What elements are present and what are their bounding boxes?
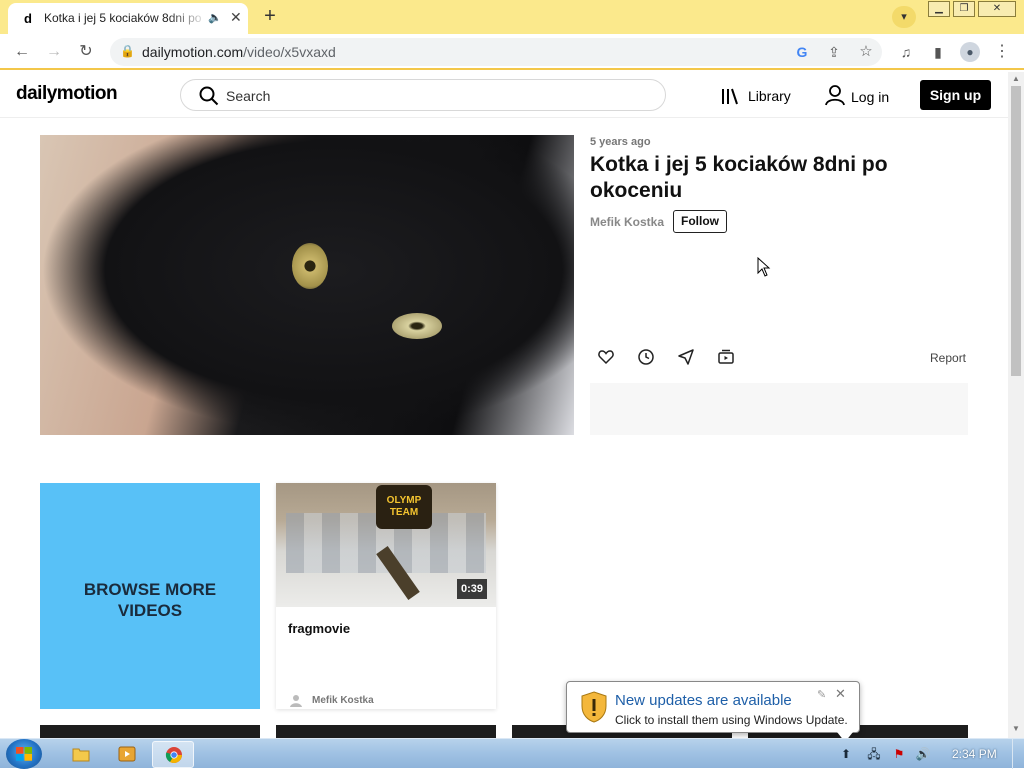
media-player-icon bbox=[118, 746, 136, 762]
video-age: 5 years ago bbox=[590, 136, 651, 148]
scroll-up-arrow-icon[interactable]: ▲ bbox=[1012, 74, 1020, 83]
video-thumbnail[interactable]: OLYMP TEAM 0:39 bbox=[276, 483, 496, 607]
url-text[interactable]: dailymotion.com/video/x5vxaxd bbox=[142, 44, 336, 60]
network-tray-icon[interactable]: 🖧 bbox=[866, 746, 882, 762]
browser-menu-icon[interactable]: ⋮ bbox=[992, 42, 1012, 62]
notification-options-icon[interactable]: ✎ bbox=[817, 688, 826, 701]
dailymotion-logo[interactable]: dailymotion bbox=[16, 83, 118, 105]
start-button[interactable] bbox=[6, 739, 42, 769]
taskbar-chrome-button[interactable] bbox=[152, 741, 194, 768]
ad-placeholder bbox=[590, 383, 968, 435]
video-title: Kotka i jej 5 kociaków 8dni po okoceniu bbox=[590, 153, 888, 202]
video-card-channel[interactable]: Mefik Kostka bbox=[312, 695, 374, 706]
security-shield-icon bbox=[581, 691, 607, 723]
taskbar-clock[interactable]: 2:34 PM bbox=[952, 747, 997, 761]
scroll-down-arrow-icon[interactable]: ▼ bbox=[1012, 724, 1020, 733]
back-icon[interactable]: ← bbox=[12, 42, 32, 62]
minimize-window-button[interactable]: ▁ bbox=[928, 1, 950, 17]
search-icon bbox=[199, 86, 219, 106]
profile-avatar-icon[interactable]: ● bbox=[960, 42, 980, 62]
notification-title[interactable]: New updates are available bbox=[615, 692, 792, 709]
share-send-icon[interactable] bbox=[677, 348, 695, 366]
video-card-title[interactable]: fragmovie bbox=[288, 621, 350, 636]
tab-search-chevron-icon[interactable]: ▾ bbox=[892, 6, 916, 28]
cat-eye-left bbox=[292, 243, 328, 289]
dailymotion-favicon-icon: d bbox=[20, 11, 36, 27]
library-icon bbox=[722, 88, 738, 105]
share-icon[interactable]: ⇪ bbox=[824, 42, 844, 62]
windows-taskbar: ⬆ 🖧 ⚑ 🔊 2:34 PM bbox=[0, 738, 1024, 769]
reload-icon[interactable]: ↻ bbox=[76, 42, 96, 62]
address-bar[interactable]: 🔒 dailymotion.com/video/x5vxaxd G ⇪ ☆ bbox=[110, 38, 882, 66]
cat-eye-right bbox=[392, 313, 442, 339]
media-controls-icon[interactable]: ♫ bbox=[896, 42, 916, 62]
search-input[interactable]: Search bbox=[180, 79, 666, 111]
site-header: dailymotion Search Library Log in Sign u… bbox=[0, 72, 1008, 118]
chrome-icon bbox=[165, 747, 182, 764]
taskbar-media-player-button[interactable] bbox=[106, 741, 148, 768]
follow-button[interactable]: Follow bbox=[673, 210, 727, 233]
taskbar-explorer-button[interactable] bbox=[60, 741, 102, 768]
page-content: dailymotion Search Library Log in Sign u… bbox=[0, 72, 1008, 738]
browser-tab-strip: d Kotka i jej 5 kociaków 8dni po okoceni… bbox=[0, 0, 1024, 34]
bookmark-star-icon[interactable]: ☆ bbox=[856, 42, 876, 62]
google-lens-icon[interactable]: G bbox=[792, 42, 812, 62]
new-tab-button[interactable]: + bbox=[258, 5, 282, 29]
browse-more-videos-tile[interactable]: BROWSE MORE VIDEOS bbox=[40, 483, 260, 709]
report-link[interactable]: Report bbox=[930, 351, 966, 365]
library-label: Library bbox=[748, 88, 791, 104]
tab-title-fade bbox=[168, 7, 208, 29]
windows-update-notification[interactable]: New updates are available Click to insta… bbox=[566, 681, 860, 742]
close-window-button[interactable]: ✕ bbox=[978, 1, 1016, 17]
login-label: Log in bbox=[851, 89, 890, 105]
scrollbar-thumb[interactable] bbox=[1011, 86, 1021, 376]
mouse-cursor-icon bbox=[757, 257, 771, 277]
browse-more-label: BROWSE MORE VIDEOS bbox=[83, 580, 217, 620]
search-placeholder: Search bbox=[226, 88, 271, 104]
video-thumbnail[interactable] bbox=[276, 725, 496, 738]
watch-later-clock-icon[interactable] bbox=[637, 348, 655, 366]
speaker-icon[interactable]: 🔈 bbox=[208, 11, 222, 24]
side-panel-icon[interactable]: ▮ bbox=[928, 42, 948, 62]
video-card[interactable]: OLYMP TEAM 0:39 fragmovie Mefik Kostka bbox=[276, 483, 496, 709]
video-thumbnail[interactable] bbox=[40, 725, 260, 738]
windows-logo-icon bbox=[16, 747, 32, 761]
team-logo-badge: OLYMP TEAM bbox=[376, 485, 432, 529]
volume-tray-icon[interactable]: 🔊 bbox=[915, 746, 931, 762]
channel-name[interactable]: Mefik Kostka bbox=[590, 215, 664, 229]
close-tab-icon[interactable]: ✕ bbox=[230, 9, 242, 26]
notification-body[interactable]: Click to install them using Windows Upda… bbox=[615, 713, 848, 727]
restore-window-button[interactable]: ❐ bbox=[953, 1, 975, 17]
windows-update-tray-icon[interactable]: ⬆ bbox=[838, 746, 854, 762]
user-icon bbox=[825, 85, 845, 106]
show-desktop-button[interactable] bbox=[1012, 739, 1024, 769]
video-duration: 0:39 bbox=[457, 579, 488, 599]
video-player[interactable] bbox=[40, 135, 574, 435]
url-host: dailymotion.com bbox=[142, 44, 244, 60]
lock-icon[interactable]: 🔒 bbox=[120, 44, 135, 58]
browser-tab[interactable]: d Kotka i jej 5 kociaków 8dni po okoceni… bbox=[8, 3, 248, 34]
signup-button[interactable]: Sign up bbox=[920, 80, 991, 110]
action-center-tray-icon[interactable]: ⚑ bbox=[891, 746, 907, 762]
channel-avatar-icon bbox=[290, 695, 302, 707]
browser-toolbar: ← → ↻ 🔒 dailymotion.com/video/x5vxaxd G … bbox=[0, 34, 1024, 70]
add-to-playlist-icon[interactable] bbox=[717, 348, 735, 366]
forward-icon[interactable]: → bbox=[44, 42, 64, 62]
url-path: /video/x5vxaxd bbox=[243, 44, 336, 60]
page-scrollbar[interactable]: ▲ ▼ bbox=[1008, 72, 1024, 738]
notification-close-icon[interactable]: ✕ bbox=[835, 686, 846, 702]
heart-icon[interactable] bbox=[597, 348, 615, 366]
folder-icon bbox=[72, 748, 90, 762]
